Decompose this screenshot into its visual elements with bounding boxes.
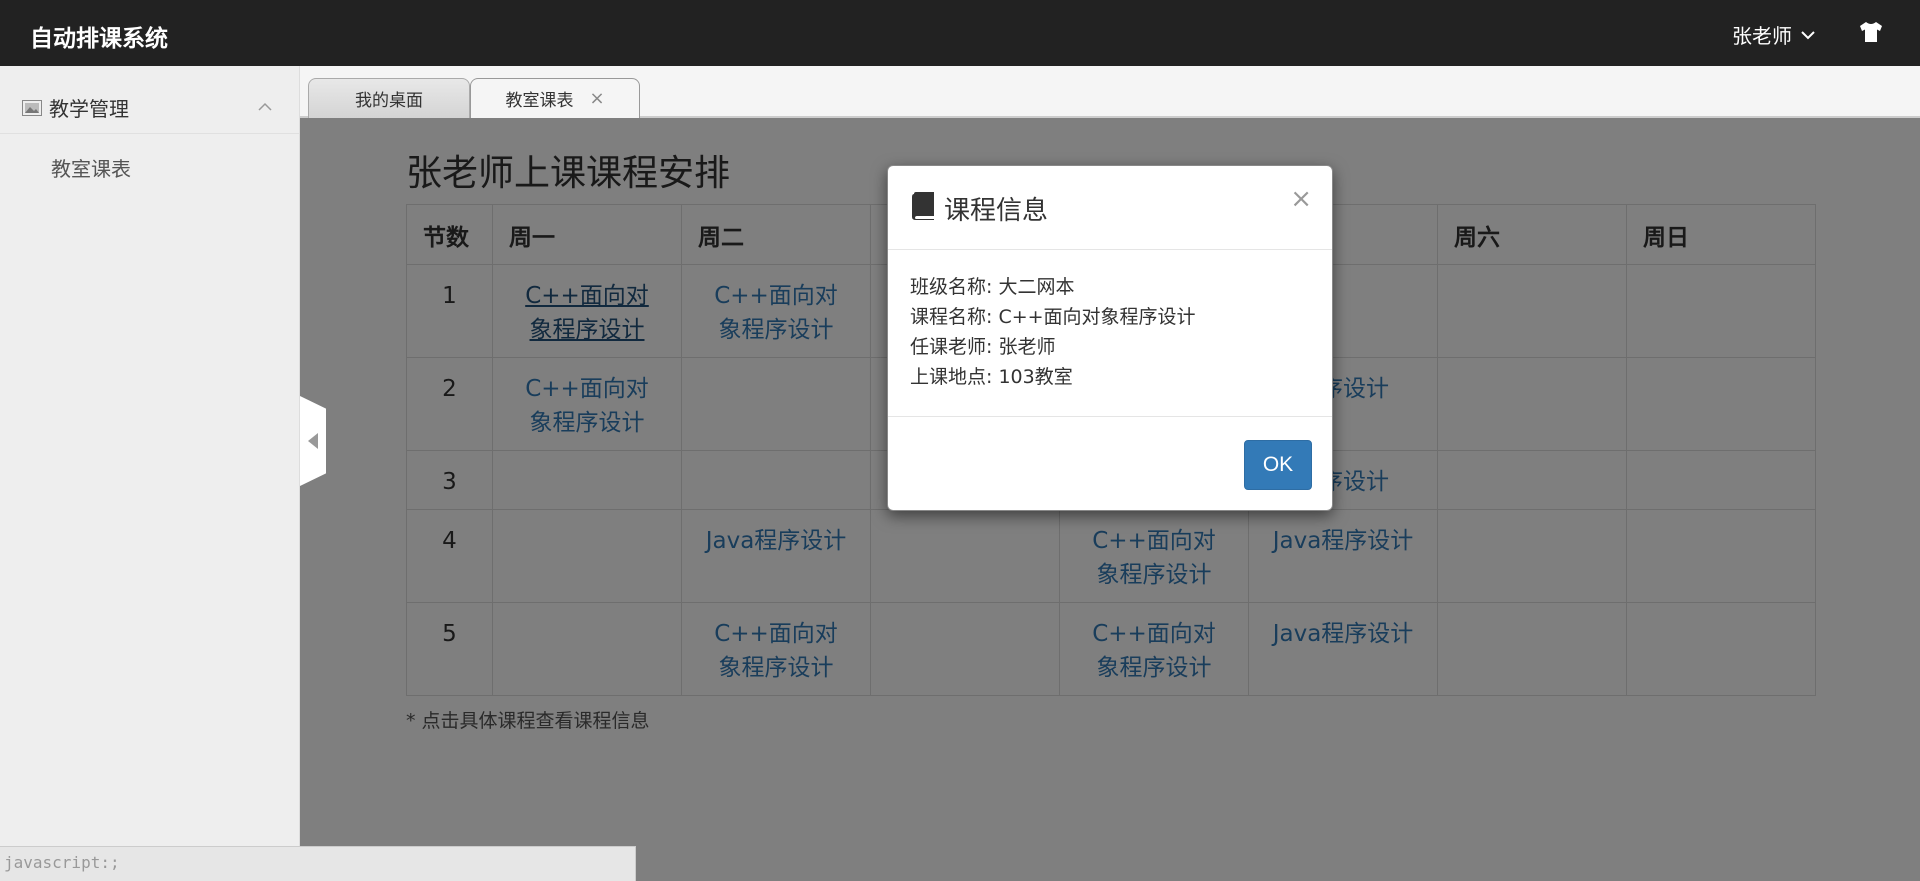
top-navbar: 自动排课系统 张老师 bbox=[0, 0, 1920, 66]
caret-left-icon bbox=[308, 433, 318, 449]
sidebar-group-label: 教学管理 bbox=[49, 97, 129, 121]
chevron-up-icon bbox=[258, 102, 272, 111]
class-name-line: 班级名称: 大二网本 bbox=[910, 276, 1075, 298]
app-brand[interactable]: 自动排课系统 bbox=[30, 19, 168, 53]
location-line: 上课地点: 103教室 bbox=[910, 366, 1073, 388]
course-info-modal: 课程信息 × 班级名称: 大二网本 课程名称: C++面向对象程序设计 任课老师… bbox=[887, 165, 1333, 511]
tab-bar: 我的桌面 教室课表 × bbox=[300, 66, 1920, 118]
tab-my-desktop[interactable]: 我的桌面 bbox=[308, 78, 470, 118]
user-menu[interactable]: 张老师 bbox=[1732, 20, 1816, 49]
sidebar-item-classroom-schedule[interactable]: 教室课表 bbox=[51, 153, 131, 182]
shirt-icon[interactable] bbox=[1858, 20, 1884, 44]
course-name-line: 课程名称: C++面向对象程序设计 bbox=[910, 306, 1196, 328]
sidebar: 教学管理 教室课表 bbox=[0, 66, 300, 881]
modal-header: 课程信息 × bbox=[888, 166, 1332, 250]
tab-label: 我的桌面 bbox=[355, 91, 423, 111]
sidebar-group-teaching[interactable]: 教学管理 bbox=[0, 66, 299, 134]
chevron-down-icon bbox=[1801, 30, 1815, 39]
book-icon bbox=[912, 192, 934, 220]
modal-footer: OK bbox=[888, 416, 1332, 512]
close-icon[interactable]: × bbox=[1290, 184, 1312, 214]
modal-title: 课程信息 bbox=[944, 196, 1049, 226]
ok-button[interactable]: OK bbox=[1244, 440, 1312, 490]
tab-classroom-schedule[interactable]: 教室课表 × bbox=[470, 78, 640, 118]
status-bar: javascript:; bbox=[0, 846, 636, 881]
sidebar-collapse-handle[interactable] bbox=[300, 396, 326, 486]
close-icon[interactable]: × bbox=[589, 88, 604, 109]
user-name: 张老师 bbox=[1732, 24, 1792, 48]
modal-body: 班级名称: 大二网本 课程名称: C++面向对象程序设计 任课老师: 张老师 上… bbox=[910, 272, 1196, 392]
image-icon bbox=[22, 100, 42, 116]
teacher-line: 任课老师: 张老师 bbox=[910, 336, 1056, 358]
tab-label: 教室课表 bbox=[505, 91, 574, 111]
